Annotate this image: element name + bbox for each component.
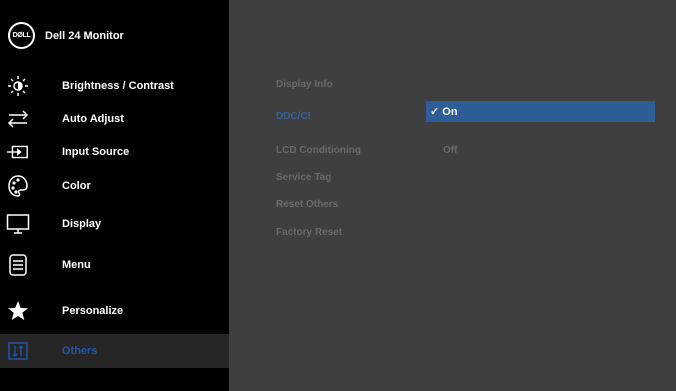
option-ddc-ci[interactable]: DDC/CI <box>276 111 310 122</box>
monitor-osd: DØLL Dell 24 Monitor Brightness / Contra… <box>0 0 676 391</box>
others-icon <box>6 339 30 363</box>
ddc-off-option[interactable]: Off <box>443 145 457 156</box>
sidebar-item-others[interactable]: Others <box>0 334 229 368</box>
option-factory-reset[interactable]: Factory Reset <box>276 227 342 238</box>
sidebar: DØLL Dell 24 Monitor Brightness / Contra… <box>0 0 229 391</box>
sidebar-item-label: Display <box>62 218 102 230</box>
sidebar-item-label: Menu <box>62 259 91 271</box>
sidebar-item-personalize[interactable]: Personalize <box>0 294 229 328</box>
sidebar-item-display[interactable]: Display <box>0 207 229 241</box>
option-lcd-conditioning[interactable]: LCD Conditioning <box>276 145 361 156</box>
sidebar-item-color[interactable]: Color <box>0 169 229 203</box>
sidebar-item-label: Others <box>62 345 98 357</box>
option-display-info[interactable]: Display Info <box>276 79 333 90</box>
main-panel: Display Info DDC/CI LCD Conditioning Ser… <box>229 0 676 391</box>
monitor-title: Dell 24 Monitor <box>45 30 124 42</box>
sidebar-item-label: Color <box>62 180 91 192</box>
sidebar-item-label: Auto Adjust <box>62 113 124 125</box>
display-icon <box>6 212 30 236</box>
sidebar-item-label: Brightness / Contrast <box>62 80 174 92</box>
sidebar-item-auto-adjust[interactable]: Auto Adjust <box>0 102 229 136</box>
color-palette-icon <box>6 174 30 198</box>
logo-text: DØLL <box>12 32 31 39</box>
brightness-icon <box>6 74 30 98</box>
sidebar-item-label: Personalize <box>62 305 124 317</box>
ddc-on-option[interactable]: ✓ On <box>426 101 655 122</box>
input-source-icon <box>6 140 30 164</box>
option-service-tag[interactable]: Service Tag <box>276 172 331 183</box>
sidebar-item-label: Input Source <box>62 146 130 158</box>
sidebar-item-brightness-contrast[interactable]: Brightness / Contrast <box>0 69 229 103</box>
sidebar-item-input-source[interactable]: Input Source <box>0 135 229 169</box>
header: DØLL Dell 24 Monitor <box>0 0 229 66</box>
star-icon <box>6 299 30 323</box>
option-reset-others[interactable]: Reset Others <box>276 199 338 210</box>
dell-logo: DØLL <box>8 22 35 49</box>
sidebar-item-menu[interactable]: Menu <box>0 248 229 282</box>
auto-adjust-icon <box>6 107 30 131</box>
menu-icon <box>6 253 30 277</box>
